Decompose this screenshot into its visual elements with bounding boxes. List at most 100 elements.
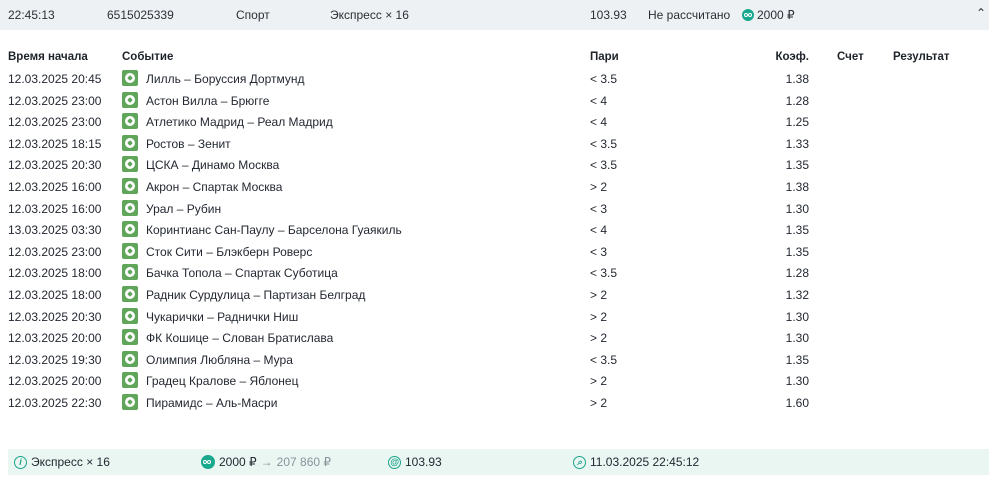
row-bet: < 3.5	[590, 352, 618, 367]
row-coef: 1.32	[785, 287, 809, 302]
row-coef: 1.38	[785, 179, 809, 194]
row-bet: > 2	[590, 309, 608, 324]
row-start-time: 12.03.2025 22:30	[8, 395, 102, 410]
row-event: Ростов – Зенит	[146, 136, 231, 151]
bet-footer: i Экспресс × 16 2000 ₽ → 207 860 ₽ @ 103…	[8, 449, 989, 475]
football-ball-icon	[122, 372, 138, 391]
row-bet: < 3.5	[590, 266, 618, 281]
row-bet: > 2	[590, 287, 608, 302]
table-row: 12.03.2025 18:00 Радник Сурдулица – Парти…	[0, 284, 989, 306]
bet-stake-value: 2000 ₽	[757, 8, 795, 22]
table-row: 12.03.2025 23:00 Атлетико Мадрид – Реал М…	[0, 111, 989, 133]
row-bet: > 2	[590, 179, 608, 194]
table-row: 12.03.2025 19:30 Олимпия Любляна – Мура < …	[0, 349, 989, 371]
chevron-up-icon[interactable]: ⌃	[976, 6, 986, 20]
football-ball-icon	[122, 264, 138, 283]
row-bet: < 4	[590, 93, 608, 108]
row-bet: < 4	[590, 115, 608, 130]
row-bet: < 3	[590, 201, 608, 216]
header-coef: Коэф.	[775, 51, 809, 63]
row-start-time: 12.03.2025 23:00	[8, 244, 102, 259]
row-start-time: 12.03.2025 20:30	[8, 309, 102, 324]
footer-stake: 2000 ₽ → 207 860 ₽	[201, 455, 331, 469]
football-ball-icon	[122, 134, 138, 154]
row-event: Сток Сити – Блэкберн Роверс	[146, 244, 313, 259]
row-coef: 1.60	[785, 395, 809, 410]
bet-coefficient: 103.93	[590, 8, 627, 22]
table-row: 12.03.2025 20:00 Градец Кралове – Яблонец…	[0, 370, 989, 392]
table-row: 12.03.2025 18:15 Ростов – Зенит < 3.5 1.33	[0, 133, 989, 155]
row-event: Градец Кралове – Яблонец	[146, 374, 299, 389]
row-start-time: 12.03.2025 16:00	[8, 201, 102, 216]
football-ball-icon	[122, 91, 138, 111]
football-ball-icon	[122, 177, 138, 197]
football-ball-icon	[122, 393, 138, 413]
table-header: Время начала Событие Пари Коэф. Счет Рез…	[0, 51, 989, 65]
row-coef: 1.30	[785, 201, 809, 216]
row-start-time: 12.03.2025 20:00	[8, 374, 102, 389]
row-coef: 1.28	[785, 266, 809, 281]
row-event: Радник Сурдулица – Партизан Белград	[146, 287, 366, 302]
footer-type: i Экспресс × 16	[14, 455, 110, 469]
row-bet: < 3.5	[590, 72, 618, 86]
bet-time: 22:45:13	[8, 8, 55, 22]
row-coef: 1.33	[785, 136, 809, 151]
football-ball-icon	[122, 285, 138, 305]
row-start-time: 13.03.2025 03:30	[8, 223, 102, 238]
row-coef: 1.35	[785, 223, 809, 238]
row-start-time: 12.03.2025 20:30	[8, 158, 102, 173]
football-ball-icon	[122, 329, 138, 348]
row-event: Коринтианс Сан-Паулу – Барселона Гуаякил…	[146, 223, 402, 238]
coin-icon	[742, 9, 754, 21]
table-row: 12.03.2025 20:00 ФК Кошице – Слован Брати…	[0, 327, 989, 349]
row-coef: 1.30	[785, 309, 809, 324]
table-row: 13.03.2025 03:30 Коринтианс Сан-Паулу – Б…	[0, 219, 989, 241]
footer-stake-value: 2000 ₽	[219, 455, 257, 469]
bet-type: Экспресс × 16	[330, 8, 409, 22]
row-start-time: 12.03.2025 20:45	[8, 72, 102, 86]
row-start-time: 12.03.2025 23:00	[8, 93, 102, 108]
footer-coefficient-value: 103.93	[405, 455, 442, 469]
footer-payout: 207 860 ₽	[276, 455, 332, 469]
bet-summary-bar[interactable]: 22:45:13 6515025339 Спорт Экспресс × 16 …	[0, 0, 989, 30]
table-row: 12.03.2025 18:00 Бачка Топола – Спартак С…	[0, 262, 989, 284]
arrow-right-icon: →	[260, 455, 273, 469]
events-table: 12.03.2025 20:45 Лилль – Боруссия Дортмун…	[0, 68, 989, 414]
row-event: Лилль – Боруссия Дортмунд	[146, 72, 305, 86]
footer-placed-at-value: 11.03.2025 22:45:12	[590, 455, 700, 469]
header-bet: Пари	[590, 51, 619, 63]
info-icon: i	[14, 455, 27, 469]
row-start-time: 12.03.2025 19:30	[8, 352, 102, 367]
row-start-time: 12.03.2025 23:00	[8, 115, 102, 130]
row-bet: < 4	[590, 223, 608, 238]
row-event: Пирамидс – Аль-Масри	[146, 395, 278, 410]
row-event: Акрон – Спартак Москва	[146, 179, 283, 194]
row-bet: < 3.5	[590, 158, 618, 173]
row-event: ФК Кошице – Слован Братислава	[146, 331, 334, 346]
football-ball-icon	[122, 70, 138, 89]
row-start-time: 12.03.2025 18:00	[8, 287, 102, 302]
row-event: Бачка Топола – Спартак Суботица	[146, 266, 338, 281]
table-row: 12.03.2025 20:30 ЦСКА – Динамо Москва < 3.…	[0, 154, 989, 176]
row-bet: > 2	[590, 331, 608, 346]
at-sign-icon: @	[388, 455, 401, 469]
row-event: Астон Вилла – Брюгге	[146, 93, 270, 108]
row-coef: 1.28	[785, 93, 809, 108]
row-coef: 1.25	[785, 115, 809, 130]
footer-type-label: Экспресс × 16	[31, 455, 110, 469]
footer-coefficient: @ 103.93	[388, 455, 442, 469]
football-ball-icon	[122, 242, 138, 262]
table-row: 12.03.2025 16:00 Урал – Рубин < 3 1.30	[0, 198, 989, 220]
row-bet: < 3	[590, 244, 608, 259]
row-coef: 1.35	[785, 352, 809, 367]
row-start-time: 12.03.2025 18:15	[8, 136, 102, 151]
row-coef: 1.35	[785, 244, 809, 259]
row-coef: 1.30	[785, 331, 809, 346]
footer-placed-at: ⌕ 11.03.2025 22:45:12	[573, 455, 699, 469]
table-row: 12.03.2025 23:00 Сток Сити – Блэкберн Ров…	[0, 241, 989, 263]
bet-status: Не рассчитано	[648, 8, 731, 22]
header-score: Счет	[837, 51, 864, 63]
bet-stake: 2000 ₽	[742, 8, 795, 22]
row-event: Чукарички – Раднички Ниш	[146, 309, 299, 324]
table-row: 12.03.2025 20:45 Лилль – Боруссия Дортмун…	[0, 68, 989, 90]
